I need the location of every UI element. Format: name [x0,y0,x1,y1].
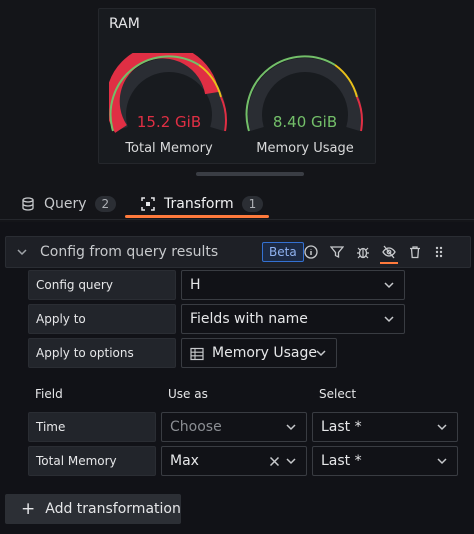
apply-to-options-label: Apply to options [28,338,176,368]
use-as-select-total-memory[interactable]: Max [161,446,307,476]
eye-slash-icon[interactable] [380,243,398,261]
transformation-title: Config from query results [40,244,219,260]
select-value: Memory Usage [212,345,318,361]
tab-transform[interactable]: Transform 1 [140,190,264,218]
transform-editor [0,222,474,534]
table-icon [190,347,204,361]
chevron-down-icon [384,282,394,289]
gauge-value: 15.2 GiB [136,113,202,131]
trash-icon[interactable] [406,243,424,261]
tab-count-badge: 1 [241,196,264,212]
active-tab-indicator [125,215,269,218]
reducer-select-time[interactable]: Last * [312,412,458,442]
drag-handle-icon[interactable] [430,243,448,261]
database-icon [20,196,36,212]
column-header-select: Select [319,387,357,401]
info-icon[interactable] [302,243,320,261]
add-transformation-button[interactable]: + Add transformation [5,494,181,524]
chevron-down-icon [437,458,447,465]
config-query-select[interactable]: H [181,270,405,300]
use-as-select-time[interactable]: Choose [161,412,307,442]
column-header-use-as: Use as [168,387,208,401]
chevron-down-icon[interactable] [12,237,32,267]
gauge-label: Total Memory [125,141,213,156]
tab-label: Transform [164,196,234,212]
add-transformation-label: Add transformation [45,501,181,517]
reducer-select-total-memory[interactable]: Last * [312,446,458,476]
panel-resize-handle[interactable] [196,172,304,176]
apply-to-label: Apply to [28,304,176,334]
apply-to-select[interactable]: Fields with name [181,304,405,334]
transform-icon [140,196,156,212]
select-placeholder: Choose [170,419,222,435]
column-header-field: Field [35,387,63,401]
tab-label: Query [44,196,87,212]
tab-query[interactable]: Query 2 [20,190,117,218]
config-query-label: Config query [28,270,176,300]
gauge-total-memory: 15.2 GiB Total Memory [109,53,229,163]
tab-count-badge: 2 [94,196,117,212]
panel-preview: RAM 15.2 GiB Total Memory 8.40 GiB Memor… [98,8,376,164]
chevron-down-icon [437,424,447,431]
chevron-down-icon [384,316,394,323]
hidden-toggle-indicator [380,262,398,264]
beta-badge: Beta [262,242,304,262]
panel-title: RAM [109,16,140,32]
gauge-memory-usage: 8.40 GiB Memory Usage [245,53,365,163]
gauge-label: Memory Usage [256,141,354,156]
apply-to-options-select[interactable]: Memory Usage [181,338,337,368]
select-value: Last * [321,453,362,469]
mapping-field-time: Time [28,412,156,442]
clear-icon[interactable] [269,456,280,467]
select-value: H [190,277,201,293]
filter-icon[interactable] [328,243,346,261]
transformation-header[interactable]: Config from query results Beta [5,236,471,268]
chevron-down-icon [316,350,326,357]
plus-icon: + [21,498,36,519]
chevron-down-icon [286,424,296,431]
select-value: Max [170,453,199,469]
mapping-field-total-memory: Total Memory [28,446,156,476]
chevron-down-icon [286,458,296,465]
gauge-value: 8.40 GiB [272,113,338,131]
debug-icon[interactable] [354,243,372,261]
select-value: Fields with name [190,311,308,327]
select-value: Last * [321,419,362,435]
